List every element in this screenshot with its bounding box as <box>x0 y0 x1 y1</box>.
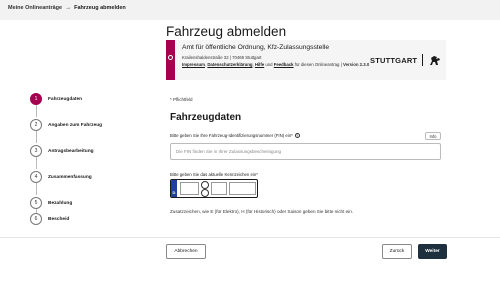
step-zusammenfassung[interactable]: 4 Zusammenfassung <box>30 170 92 184</box>
section-title: Fahrzeugdaten <box>170 112 242 123</box>
authority-links: Impressum, Datenschutzerklärung, Hilfe u… <box>182 62 382 68</box>
step-angaben-zum-fahrzeug[interactable]: 2 Angaben zum Fahrzeug <box>30 118 102 132</box>
fin-label: Bitte geben Sie Ihre Fahrzeug-Identifizi… <box>170 133 300 138</box>
country-code: D <box>172 190 176 195</box>
hilfe-link[interactable]: Hilfe <box>255 62 264 67</box>
eu-country-strip: D <box>171 180 177 197</box>
authority-address: Krailenshaldenstraße 32 | 70469 Stuttgar… <box>182 55 262 60</box>
step-label: Angaben zum Fahrzeug <box>48 122 103 128</box>
breadcrumb-home-link[interactable]: Meine Onlineanträge <box>8 5 62 11</box>
back-button[interactable]: Zurück <box>382 244 412 259</box>
help-icon[interactable]: ? <box>294 133 300 138</box>
horse-icon <box>430 55 441 65</box>
step-number: 3 <box>30 145 42 157</box>
datenschutz-link[interactable]: Datenschutzerklärung <box>207 62 252 67</box>
info-button[interactable]: Info <box>425 132 441 140</box>
plate-label: Bitte geben Sie das aktuelle Kennzeichen… <box>170 172 258 177</box>
authority-banner: Amt für öffentliche Ordnung, Kfz-Zulassu… <box>166 40 446 80</box>
fin-input[interactable] <box>170 143 441 160</box>
feedback-link[interactable]: Feedback <box>274 62 294 67</box>
step-label: Antragsbearbeitung <box>48 148 94 154</box>
plate-letters-field[interactable] <box>211 182 227 195</box>
step-bescheid[interactable]: 6 Bescheid <box>30 212 69 226</box>
links-suffix: für diesen Onlineantrag | <box>293 62 343 67</box>
fin-label-text: Bitte geben Sie Ihre Fahrzeug-Identifizi… <box>170 133 293 138</box>
step-connector <box>36 157 37 169</box>
step-antragsbearbeitung[interactable]: 3 Antragsbearbeitung <box>30 144 94 158</box>
step-connector <box>36 183 37 195</box>
plate-note: Zusatzzeichen, wie E (für Elektro), H (f… <box>170 209 354 214</box>
registration-seal-icon <box>201 181 209 189</box>
step-number: 1 <box>30 93 42 105</box>
logo-separator <box>422 54 424 66</box>
step-number: 5 <box>30 197 42 209</box>
step-label: Fahrzeugdaten <box>48 96 83 102</box>
step-label: Zusammenfassung <box>48 174 92 180</box>
version-label: Version 2.3.0 <box>342 62 370 67</box>
step-number: 2 <box>30 119 42 131</box>
authority-name: Amt für öffentliche Ordnung, Kfz-Zulassu… <box>182 44 330 51</box>
step-fahrzeugdaten[interactable]: 1 Fahrzeugdaten <box>30 92 82 106</box>
logo-text: STUTTGART <box>370 55 418 65</box>
footer-divider <box>0 237 500 238</box>
step-number: 6 <box>30 213 42 225</box>
impressum-link[interactable]: Impressum <box>182 62 205 67</box>
links-und: und <box>264 62 274 67</box>
authority-accent-bar <box>166 40 175 80</box>
required-field-note: * Pflichtfeld <box>170 97 193 102</box>
step-connector <box>36 105 37 117</box>
license-plate-input: D <box>170 179 258 198</box>
cancel-button[interactable]: Abbrechen <box>166 244 206 259</box>
top-bar: Meine Onlineanträge → Fahrzeug abmelden <box>0 0 500 20</box>
breadcrumb-current: Fahrzeug abmelden <box>74 5 126 11</box>
step-connector <box>36 131 37 143</box>
step-label: Bezahlung <box>48 200 73 206</box>
inspection-seal-icon <box>201 189 209 197</box>
breadcrumb: Meine Onlineanträge → Fahrzeug abmelden <box>8 5 126 11</box>
next-button[interactable]: Weiter <box>418 244 447 259</box>
arrow-right-icon: → <box>65 5 72 11</box>
plate-numbers-field[interactable] <box>229 182 256 195</box>
info-button-label: Info <box>429 133 437 139</box>
page-title: Fahrzeug abmelden <box>166 24 287 39</box>
plate-district-field[interactable] <box>180 182 199 195</box>
step-number: 4 <box>30 171 42 183</box>
step-label: Bescheid <box>48 216 70 222</box>
stuttgart-logo: STUTTGART <box>370 54 442 66</box>
info-icon <box>168 55 173 60</box>
step-bezahlung[interactable]: 5 Bezahlung <box>30 196 72 210</box>
